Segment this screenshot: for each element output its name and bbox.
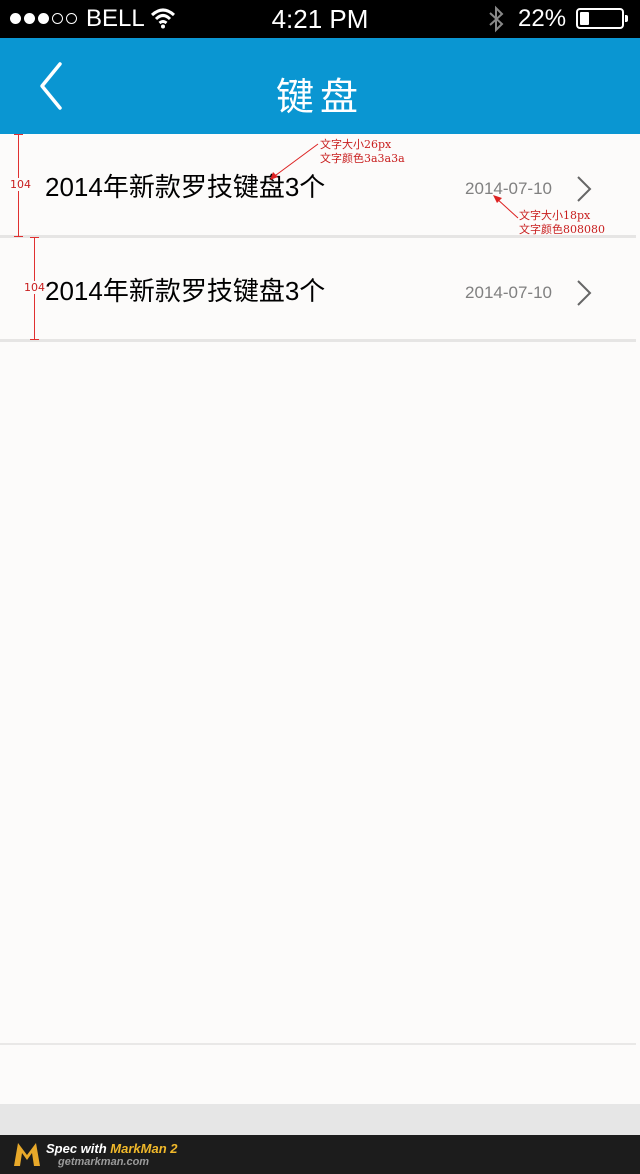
date-spec-note: 文字大小18px 文字颜色808080 xyxy=(519,209,605,236)
markman-url: getmarkman.com xyxy=(58,1156,150,1168)
battery-percentage: 22% xyxy=(518,5,567,32)
title-spec-note: 文字大小26px 文字颜色3a3a3a xyxy=(320,138,405,165)
row-height-dimension: 104 xyxy=(24,237,45,340)
list-item[interactable]: 2014年新款罗技键盘3个 2014-07-10 xyxy=(0,238,640,339)
chevron-right-icon xyxy=(577,280,592,306)
page-title: 键盘 xyxy=(275,77,364,119)
battery-icon xyxy=(576,8,628,29)
signal-strength-icon xyxy=(10,13,77,24)
markman-logo-icon xyxy=(14,1143,40,1166)
markman-spec-text: Spec with MarkMan 2 xyxy=(46,1141,178,1156)
list-item-title: 2014年新款罗技键盘3个 xyxy=(45,276,326,306)
annotation-arrow xyxy=(493,195,519,219)
navigation-bar: 键盘 xyxy=(0,38,640,134)
row-height-dimension: 104 xyxy=(10,134,31,237)
list-item-date: 2014-07-10 xyxy=(465,283,552,302)
annotation-arrow xyxy=(270,143,319,180)
bluetooth-icon xyxy=(489,5,504,33)
carrier-name: BELL xyxy=(86,5,145,32)
back-button[interactable] xyxy=(30,58,74,114)
row-divider xyxy=(0,339,636,342)
row-height-label: 104 xyxy=(24,281,45,294)
wifi-icon xyxy=(150,8,176,29)
markman-footer: Spec with MarkMan 2 getmarkman.com xyxy=(0,1135,640,1174)
row-height-label: 104 xyxy=(10,178,31,191)
bottom-divider xyxy=(0,1043,636,1045)
chevron-right-icon xyxy=(577,176,592,202)
status-bar: BELL 4:21 PM 22% xyxy=(0,0,640,38)
bottom-bar xyxy=(0,1104,640,1135)
